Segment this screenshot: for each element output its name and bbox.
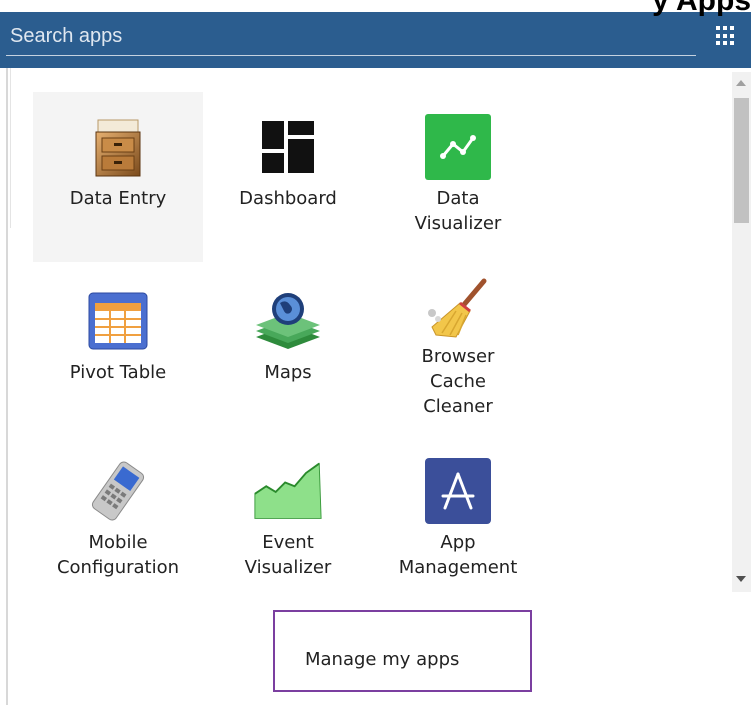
dashboard-icon	[253, 112, 323, 182]
header-bar: y Apps	[0, 0, 751, 68]
header-top-strip	[0, 0, 751, 12]
app-tile-app-management[interactable]: App Management	[373, 436, 543, 606]
app-tile-event-visualizer[interactable]: Event Visualizer	[203, 436, 373, 606]
data-entry-icon	[83, 112, 153, 182]
apps-grid-icon[interactable]	[716, 26, 736, 46]
event-visualizer-icon	[253, 456, 323, 526]
search-apps-input[interactable]	[6, 18, 696, 56]
app-label: Data Entry	[69, 188, 167, 209]
app-label: Event Visualizer	[244, 532, 332, 578]
left-edge-divider	[10, 68, 11, 228]
app-label: App Management	[398, 532, 518, 578]
app-tile-pivot-table[interactable]: Pivot Table	[33, 266, 203, 436]
app-label: Data Visualizer	[414, 188, 502, 234]
app-tile-maps[interactable]: Maps	[203, 266, 373, 436]
maps-icon	[253, 286, 323, 356]
manage-my-apps-label: Manage my apps	[305, 649, 460, 670]
mobile-configuration-icon	[83, 456, 153, 526]
left-edge-border	[6, 68, 8, 705]
app-tile-mobile-configuration[interactable]: Mobile Configuration	[33, 436, 203, 606]
app-label: Browser Cache Cleaner	[421, 346, 495, 417]
app-tile-data-visualizer[interactable]: Data Visualizer	[373, 92, 543, 262]
app-label: Pivot Table	[69, 362, 167, 383]
app-management-icon	[423, 456, 493, 526]
scroll-down-arrow-icon[interactable]	[736, 576, 746, 582]
scrollbar-thumb[interactable]	[734, 98, 749, 223]
page-title: y Apps	[652, 0, 751, 17]
app-label: Mobile Configuration	[56, 532, 180, 578]
pivot-table-icon	[83, 286, 153, 356]
app-label: Maps	[264, 362, 312, 383]
scroll-up-arrow-icon[interactable]	[736, 80, 746, 86]
manage-my-apps-button[interactable]: Manage my apps	[273, 610, 532, 692]
app-tile-dashboard[interactable]: Dashboard	[203, 92, 373, 262]
app-tile-data-entry[interactable]: Data Entry	[33, 92, 203, 262]
app-label: Dashboard	[239, 188, 337, 209]
cache-cleaner-icon	[423, 274, 493, 344]
apps-menu-page: y Apps Data	[0, 0, 751, 705]
data-visualizer-icon	[423, 112, 493, 182]
app-tile-browser-cache-cleaner[interactable]: Browser Cache Cleaner	[373, 266, 543, 436]
apps-scrollbar[interactable]	[732, 72, 751, 592]
